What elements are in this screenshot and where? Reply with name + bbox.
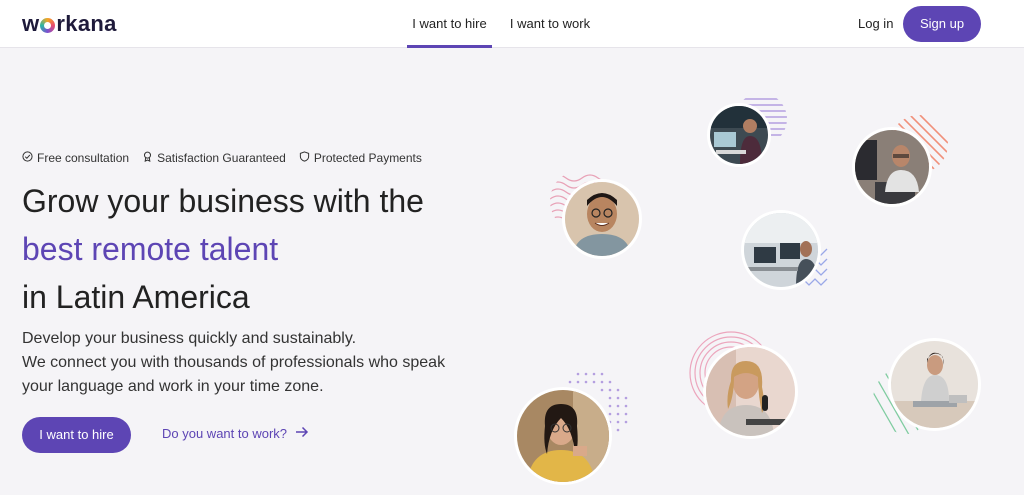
subtitle-line-1: Develop your business quickly and sustai… [22,330,357,347]
freelancer-photo-woman-microphone [703,344,798,439]
freelancer-photo-man-monitor [852,127,932,207]
badge-label: Free consultation [37,151,130,165]
arrow-right-icon [295,426,309,441]
badge-label: Satisfaction Guaranteed [157,151,286,165]
hero-subtitle: Develop your business quickly and sustai… [22,327,502,399]
badge-free-consultation: Free consultation [22,151,129,165]
freelancer-photo-woman-floor-laptop [888,338,981,431]
subtitle-line-2: We connect you with thousands of profess… [22,354,446,371]
login-link[interactable]: Log in [858,0,893,48]
award-icon [142,151,153,165]
want-to-work-link[interactable]: Do you want to work? [162,426,309,441]
logo-text-end: rkana [56,11,117,36]
hero-headline: Grow your business with the best remote … [22,177,502,321]
badge-satisfaction: Satisfaction Guaranteed [142,151,286,165]
badge-label: Protected Payments [313,151,422,165]
workana-logo[interactable]: w rkana [22,11,117,37]
trust-badges: Free consultation Satisfaction Guarantee… [22,151,422,165]
badge-protected-payments: Protected Payments [299,151,422,165]
freelancer-photo-man-glasses-smiling [562,179,642,259]
headline-line-1: Grow your business with the [22,183,424,219]
top-navbar: w rkana I want to hire I want to work Lo… [0,0,1024,48]
subtitle-line-3: your language and work in your time zone… [22,378,324,395]
hire-cta-button[interactable]: I want to hire [22,417,131,453]
tab-i-want-to-hire[interactable]: I want to hire [407,0,492,48]
headline-line-3: in Latin America [22,279,250,315]
signup-button[interactable]: Sign up [903,6,981,42]
headline-line-2: best remote talent [22,231,279,267]
shield-icon [299,151,310,165]
freelancer-photo-desk-laptop [707,103,771,167]
freelancer-photo-woman-glasses-reading [514,387,612,485]
freelancer-photo-man-workstation [741,210,821,290]
check-circle-icon [22,151,33,165]
logo-text-start: w [22,11,40,36]
logo-o-icon [40,17,56,33]
want-to-work-label: Do you want to work? [162,426,288,441]
tab-i-want-to-work[interactable]: I want to work [507,0,593,48]
